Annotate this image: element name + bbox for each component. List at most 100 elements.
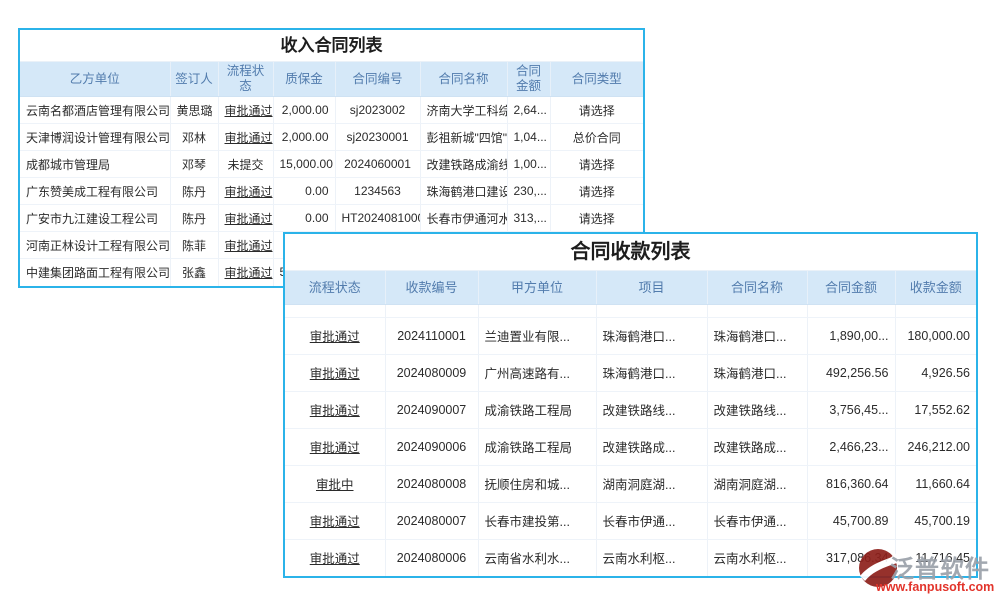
- cell-contract-name[interactable]: 长春市伊通河水...: [420, 205, 507, 232]
- cell-project[interactable]: 改建铁路线...: [596, 391, 707, 428]
- cell-contract-no[interactable]: 2024060001: [335, 151, 420, 178]
- column-header-receipt-amount[interactable]: 收款金额: [895, 271, 976, 304]
- column-header-contract-name[interactable]: 合同名称: [707, 271, 807, 304]
- cell-party-b[interactable]: 云南名都酒店管理有限公司: [20, 97, 170, 124]
- cell-party-b[interactable]: 中建集团路面工程有限公司: [20, 259, 170, 286]
- cell-status[interactable]: 审批通过: [285, 391, 385, 428]
- cell-contract-name[interactable]: 济南大学工科综...: [420, 97, 507, 124]
- cell-party-b[interactable]: 成都城市管理局: [20, 151, 170, 178]
- receipt-table-header-row: 流程状态 收款编号 甲方单位 项目 合同名称 合同金额 收款金额: [285, 271, 976, 304]
- cell-project[interactable]: 珠海鹤港口...: [596, 354, 707, 391]
- cell-receipt-no[interactable]: 2024090007: [385, 391, 478, 428]
- table-row[interactable]: 云南名都酒店管理有限公司 黄思璐 审批通过 2,000.00 sj2023002…: [20, 97, 643, 124]
- table-row[interactable]: 广东赞美成工程有限公司 陈丹 审批通过 0.00 1234563 珠海鹤港口建设…: [20, 178, 643, 205]
- cell-contract-name[interactable]: 长春市伊通...: [707, 502, 807, 539]
- cell-contract-name[interactable]: 彭祖新城"四馆"...: [420, 124, 507, 151]
- cell-contract-name[interactable]: 珠海鹤港口建设...: [420, 178, 507, 205]
- cell-signer[interactable]: 张鑫: [170, 259, 218, 286]
- contract-receipt-list-title: 合同收款列表: [285, 234, 976, 271]
- cell-status[interactable]: 审批通过: [218, 178, 273, 205]
- column-header-amount[interactable]: 合同金额: [507, 62, 550, 97]
- cell-party-b[interactable]: 广安市九江建设工程公司: [20, 205, 170, 232]
- cell-status[interactable]: 审批通过: [218, 259, 273, 286]
- cell-signer[interactable]: 陈菲: [170, 232, 218, 259]
- cell-receipt-no[interactable]: 2024080007: [385, 502, 478, 539]
- table-row[interactable]: 审批通过 2024110001 兰迪置业有限... 珠海鹤港口... 珠海鹤港口…: [285, 317, 976, 354]
- cell-signer[interactable]: 陈丹: [170, 178, 218, 205]
- cell-status[interactable]: 审批通过: [285, 317, 385, 354]
- table-row[interactable]: 广安市九江建设工程公司 陈丹 审批通过 0.00 HT2024081000...…: [20, 205, 643, 232]
- cell-status[interactable]: 未提交: [218, 151, 273, 178]
- cell-receipt-amount: 180,000.00: [895, 317, 976, 354]
- column-header-receipt-no[interactable]: 收款编号: [385, 271, 478, 304]
- cell-signer[interactable]: 陈丹: [170, 205, 218, 232]
- empty-cell: [285, 304, 385, 317]
- cell-receipt-no[interactable]: 2024110001: [385, 317, 478, 354]
- cell-project[interactable]: 云南水利枢...: [596, 539, 707, 576]
- cell-status[interactable]: 审批通过: [285, 502, 385, 539]
- cell-type[interactable]: 请选择: [550, 205, 643, 232]
- cell-type[interactable]: 请选择: [550, 178, 643, 205]
- cell-receipt-no[interactable]: 2024090006: [385, 428, 478, 465]
- cell-type[interactable]: 总价合同: [550, 124, 643, 151]
- cell-party-b[interactable]: 河南正林设计工程有限公司: [20, 232, 170, 259]
- cell-receipt-amount: 11,660.64: [895, 465, 976, 502]
- cell-amount: 230,...: [507, 178, 550, 205]
- cell-contract-name[interactable]: 改建铁路线...: [707, 391, 807, 428]
- cell-status[interactable]: 审批通过: [285, 539, 385, 576]
- cell-party-a: 广州高速路有...: [478, 354, 596, 391]
- watermark-url-text: www.fanpusoft.com: [876, 580, 994, 594]
- cell-contract-name[interactable]: 珠海鹤港口...: [707, 354, 807, 391]
- column-header-contract-name[interactable]: 合同名称: [420, 62, 507, 97]
- cell-project[interactable]: 长春市伊通...: [596, 502, 707, 539]
- cell-party-a: 成渝铁路工程局: [478, 428, 596, 465]
- cell-signer[interactable]: 黄思璐: [170, 97, 218, 124]
- table-row[interactable]: 审批通过 2024080009 广州高速路有... 珠海鹤港口... 珠海鹤港口…: [285, 354, 976, 391]
- table-row[interactable]: 成都城市管理局 邓琴 未提交 15,000.00 2024060001 改建铁路…: [20, 151, 643, 178]
- cell-status[interactable]: 审批通过: [218, 205, 273, 232]
- column-header-type[interactable]: 合同类型: [550, 62, 643, 97]
- cell-contract-no[interactable]: sj20230001: [335, 124, 420, 151]
- table-row[interactable]: 审批通过 2024090007 成渝铁路工程局 改建铁路线... 改建铁路线..…: [285, 391, 976, 428]
- cell-status[interactable]: 审批通过: [285, 428, 385, 465]
- cell-status[interactable]: 审批通过: [218, 232, 273, 259]
- table-row[interactable]: 审批中 2024080008 抚顺住房和城... 湖南洞庭湖... 湖南洞庭湖.…: [285, 465, 976, 502]
- cell-contract-name[interactable]: 改建铁路成...: [707, 428, 807, 465]
- cell-contract-name[interactable]: 湖南洞庭湖...: [707, 465, 807, 502]
- cell-project[interactable]: 珠海鹤港口...: [596, 317, 707, 354]
- cell-type[interactable]: 请选择: [550, 151, 643, 178]
- cell-contract-name[interactable]: 云南水利枢...: [707, 539, 807, 576]
- cell-contract-name[interactable]: 珠海鹤港口...: [707, 317, 807, 354]
- column-header-party-b[interactable]: 乙方单位: [20, 62, 170, 97]
- table-row[interactable]: 审批通过 2024080007 长春市建投第... 长春市伊通... 长春市伊通…: [285, 502, 976, 539]
- column-header-party-a[interactable]: 甲方单位: [478, 271, 596, 304]
- cell-status[interactable]: 审批通过: [285, 354, 385, 391]
- cell-signer[interactable]: 邓林: [170, 124, 218, 151]
- cell-status[interactable]: 审批通过: [218, 97, 273, 124]
- column-header-contract-amount[interactable]: 合同金额: [807, 271, 895, 304]
- column-header-signer[interactable]: 签订人: [170, 62, 218, 97]
- column-header-deposit[interactable]: 质保金: [273, 62, 335, 97]
- cell-party-b[interactable]: 广东赞美成工程有限公司: [20, 178, 170, 205]
- column-header-contract-no[interactable]: 合同编号: [335, 62, 420, 97]
- cell-contract-no[interactable]: 1234563: [335, 178, 420, 205]
- cell-project[interactable]: 湖南洞庭湖...: [596, 465, 707, 502]
- cell-contract-no[interactable]: HT2024081000...: [335, 205, 420, 232]
- cell-party-b[interactable]: 天津博润设计管理有限公司: [20, 124, 170, 151]
- column-header-project[interactable]: 项目: [596, 271, 707, 304]
- cell-receipt-no[interactable]: 2024080006: [385, 539, 478, 576]
- cell-status[interactable]: 审批通过: [218, 124, 273, 151]
- cell-project[interactable]: 改建铁路成...: [596, 428, 707, 465]
- table-row[interactable]: 天津博润设计管理有限公司 邓林 审批通过 2,000.00 sj20230001…: [20, 124, 643, 151]
- cell-contract-no[interactable]: sj2023002: [335, 97, 420, 124]
- cell-receipt-no[interactable]: 2024080008: [385, 465, 478, 502]
- cell-amount: 313,...: [507, 205, 550, 232]
- cell-signer[interactable]: 邓琴: [170, 151, 218, 178]
- column-header-status[interactable]: 流程状态: [285, 271, 385, 304]
- cell-status[interactable]: 审批中: [285, 465, 385, 502]
- cell-type[interactable]: 请选择: [550, 97, 643, 124]
- column-header-status[interactable]: 流程状态: [218, 62, 273, 97]
- cell-contract-name[interactable]: 改建铁路成渝线...: [420, 151, 507, 178]
- table-row[interactable]: 审批通过 2024090006 成渝铁路工程局 改建铁路成... 改建铁路成..…: [285, 428, 976, 465]
- cell-receipt-no[interactable]: 2024080009: [385, 354, 478, 391]
